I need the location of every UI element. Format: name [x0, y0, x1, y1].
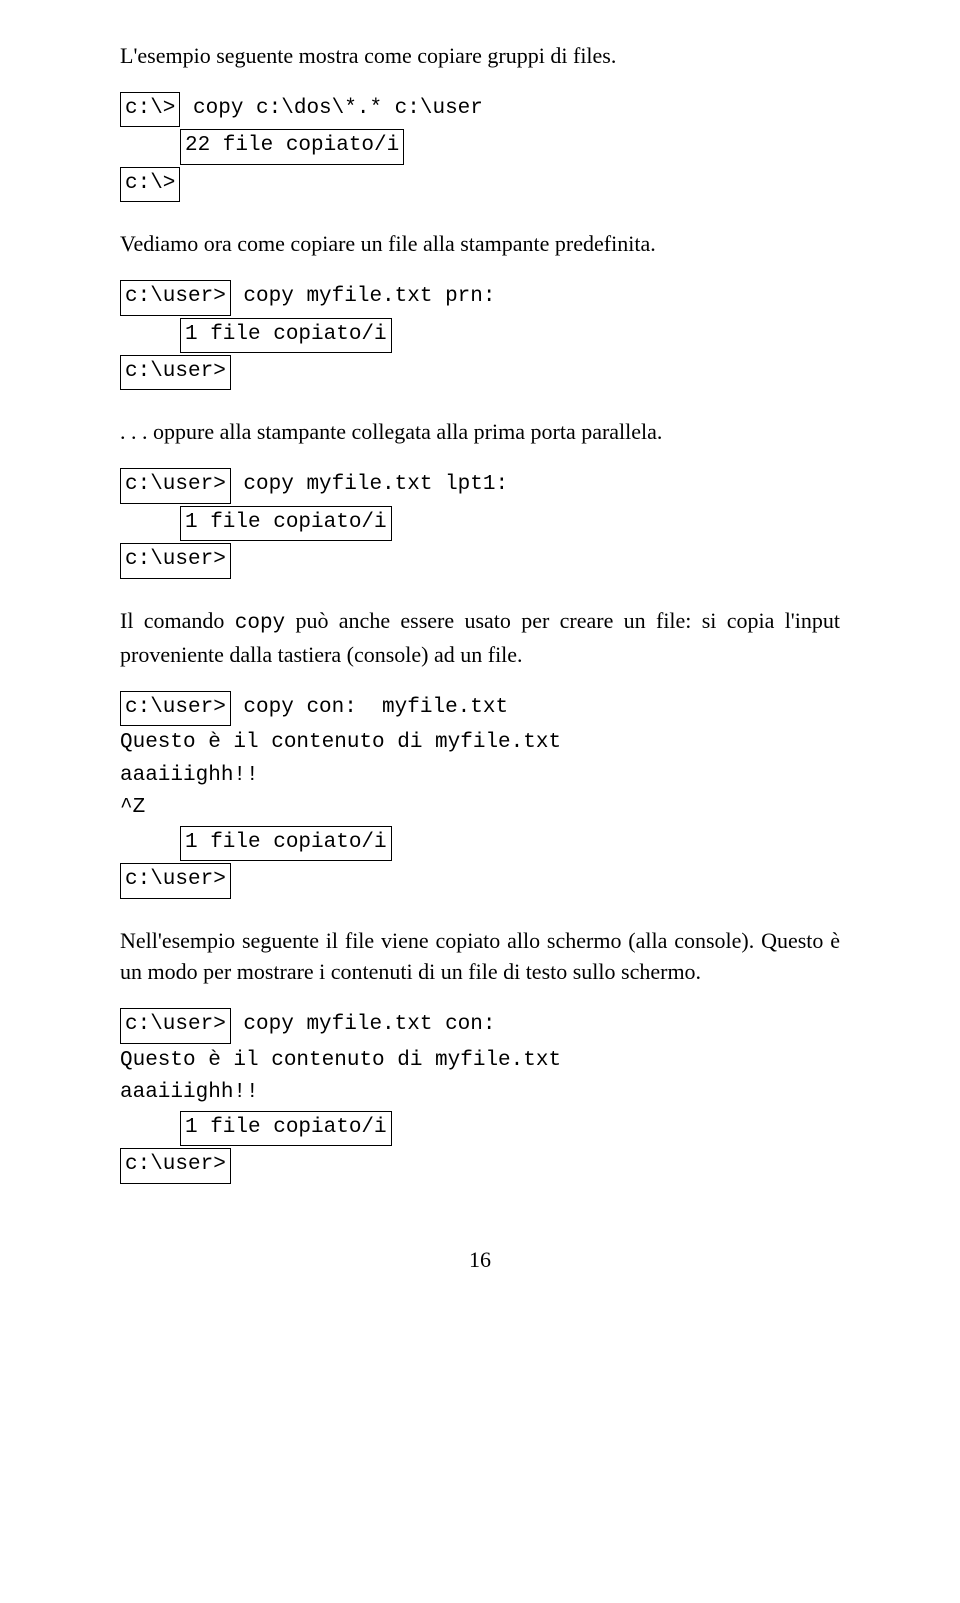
command-text: copy con: myfile.txt [231, 696, 508, 719]
code-line: ^Z [120, 793, 840, 823]
code-line: c:\user> [120, 355, 840, 390]
paragraph-3: . . . oppure alla stampante collegata al… [120, 416, 840, 448]
prompt: c:\user> [120, 691, 231, 726]
paragraph-2: Vediamo ora come copiare un file alla st… [120, 228, 840, 260]
prompt: c:\user> [120, 543, 231, 578]
code-block-2: c:\user> copy myfile.txt prn: 1 file cop… [120, 280, 840, 390]
result: 1 file copiato/i [180, 826, 392, 861]
code-line: c:\> [120, 167, 840, 202]
code-line: 1 file copiato/i [120, 826, 840, 861]
code-line: c:\user> [120, 1148, 840, 1183]
result: 1 file copiato/i [180, 506, 392, 541]
prompt: c:\user> [120, 1148, 231, 1183]
code-line: c:\user> copy myfile.txt prn: [120, 280, 840, 315]
code-line: 1 file copiato/i [120, 318, 840, 353]
code-line: Questo è il contenuto di myfile.txt [120, 1046, 840, 1076]
paragraph-1: L'esempio seguente mostra come copiare g… [120, 40, 840, 72]
command-text: copy myfile.txt prn: [231, 285, 496, 308]
prompt: c:\user> [120, 280, 231, 315]
code-block-5: c:\user> copy myfile.txt con: Questo è i… [120, 1008, 840, 1183]
prompt: c:\user> [120, 1008, 231, 1043]
paragraph-4: Il comando copy può anche essere usato p… [120, 605, 840, 671]
code-line: Questo è il contenuto di myfile.txt [120, 728, 840, 758]
code-block-3: c:\user> copy myfile.txt lpt1: 1 file co… [120, 468, 840, 578]
code-line: c:\user> copy con: myfile.txt [120, 691, 840, 726]
code-block-4: c:\user> copy con: myfile.txt Questo è i… [120, 691, 840, 899]
code-line: c:\> copy c:\dos\*.* c:\user [120, 92, 840, 127]
prompt: c:\user> [120, 468, 231, 503]
code-line: c:\user> [120, 543, 840, 578]
code-line: c:\user> copy myfile.txt con: [120, 1008, 840, 1043]
prompt: c:\user> [120, 863, 231, 898]
prompt: c:\> [120, 167, 180, 202]
command-text: copy c:\dos\*.* c:\user [180, 97, 482, 120]
prompt: c:\> [120, 92, 180, 127]
result: 1 file copiato/i [180, 1111, 392, 1146]
command-text: copy myfile.txt lpt1: [231, 473, 508, 496]
page: L'esempio seguente mostra come copiare g… [0, 0, 960, 1603]
result: 1 file copiato/i [180, 318, 392, 353]
code-line: c:\user> [120, 863, 840, 898]
code-block-1: c:\> copy c:\dos\*.* c:\user 22 file cop… [120, 92, 840, 202]
paragraph-5: Nell'esempio seguente il file viene copi… [120, 925, 840, 989]
code-line: aaaiiighh!! [120, 761, 840, 791]
code-line: c:\user> copy myfile.txt lpt1: [120, 468, 840, 503]
code-line: 1 file copiato/i [120, 506, 840, 541]
prompt: c:\user> [120, 355, 231, 390]
code-line: 1 file copiato/i [120, 1111, 840, 1146]
result: 22 file copiato/i [180, 129, 404, 164]
page-number: 16 [120, 1244, 840, 1276]
code-line: 22 file copiato/i [120, 129, 840, 164]
command-text: copy myfile.txt con: [231, 1013, 496, 1036]
code-line: aaaiiighh!! [120, 1078, 840, 1108]
